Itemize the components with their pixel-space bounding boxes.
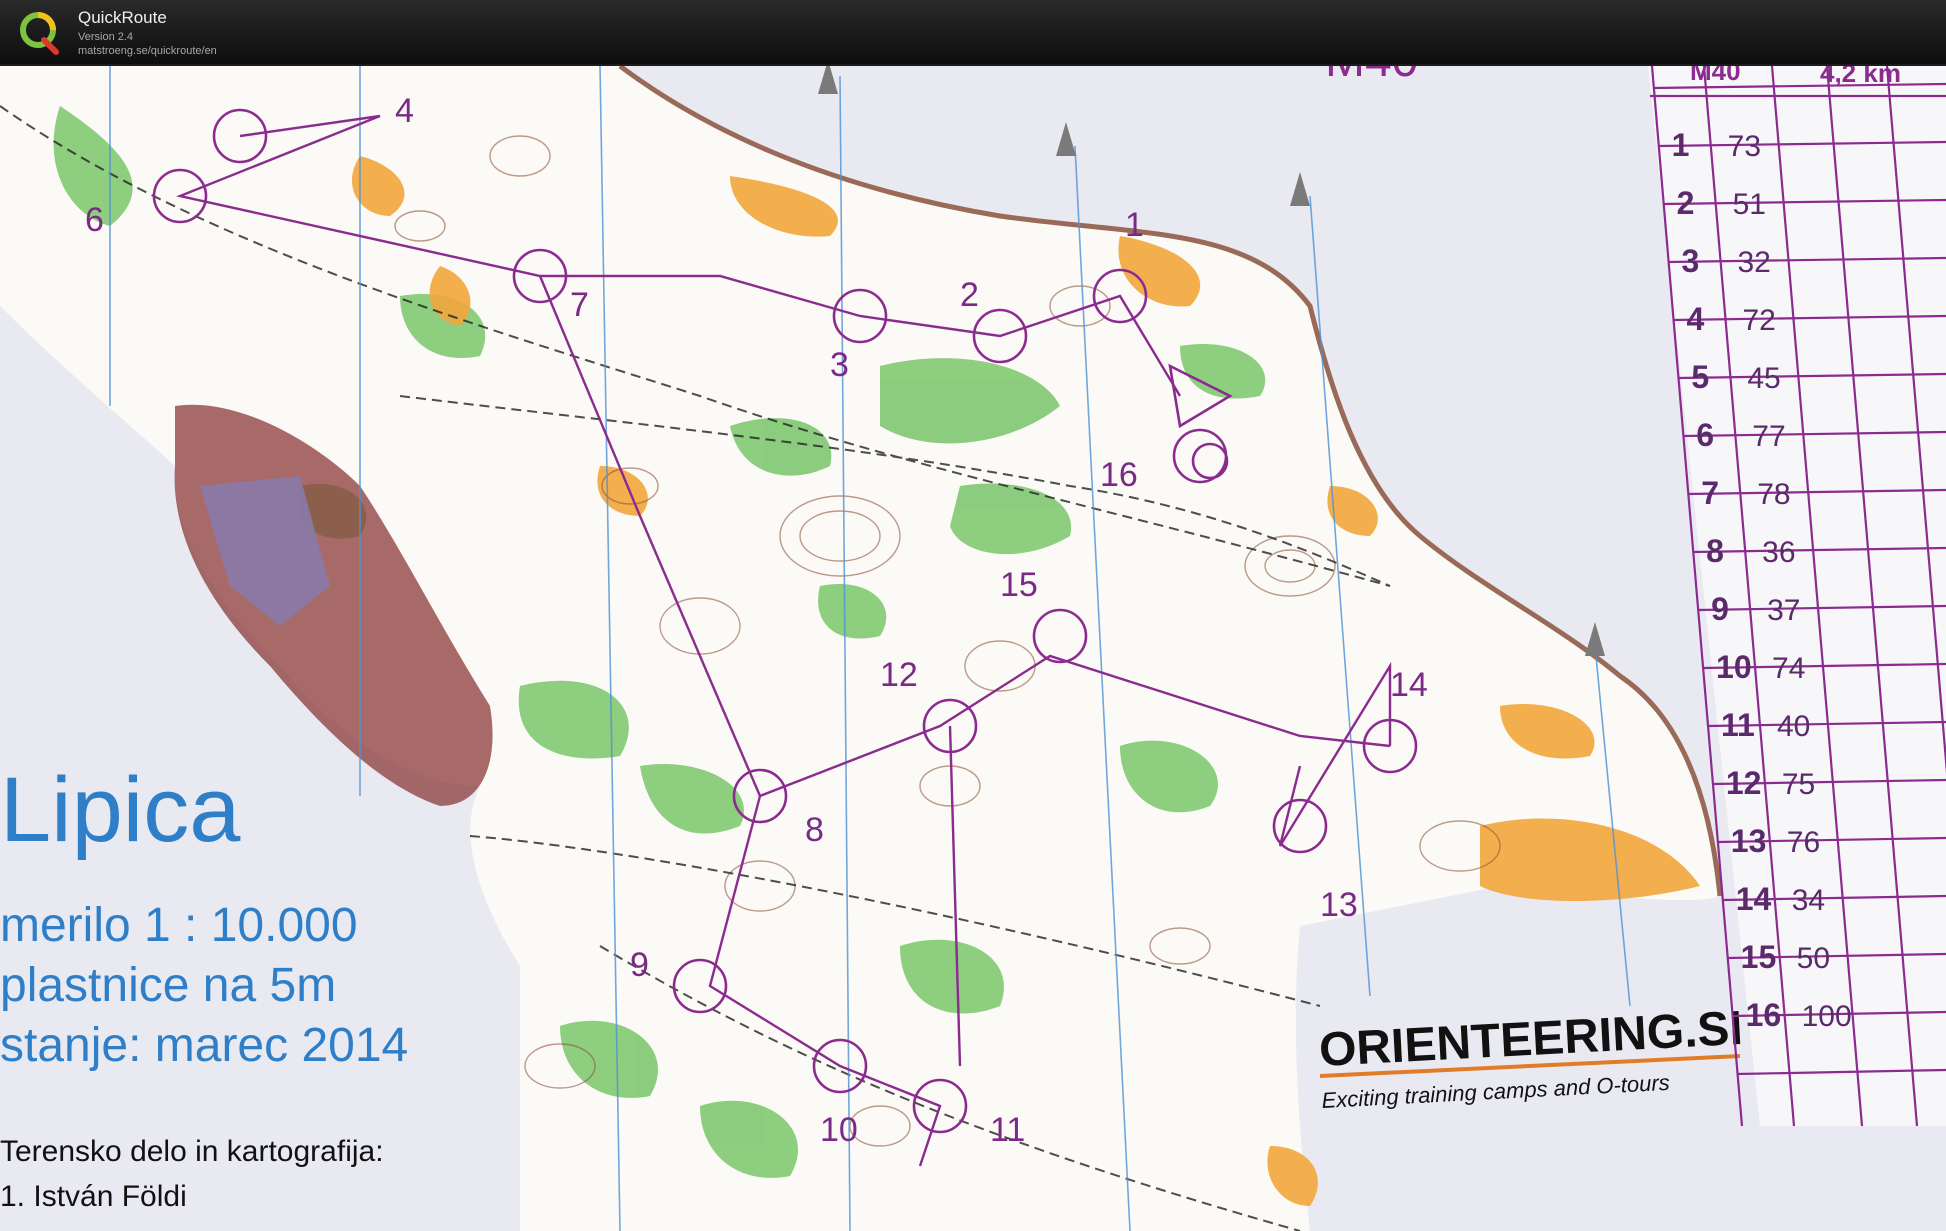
course-label: M40: [1325, 66, 1418, 87]
description-number: 5: [1691, 359, 1709, 395]
description-code: 76: [1787, 826, 1820, 859]
map-contour-interval: plastnice na 5m: [0, 959, 336, 1012]
description-code: 78: [1757, 478, 1790, 511]
control-label-16: 16: [1100, 456, 1138, 494]
description-code: 32: [1738, 246, 1771, 279]
description-code: 72: [1742, 304, 1775, 337]
map-scale: merilo 1 : 10.000: [0, 899, 358, 952]
control-label-7: 7: [570, 286, 589, 324]
description-number: 12: [1726, 765, 1762, 801]
map-credits-line: 1. István Földi: [0, 1180, 187, 1213]
description-number: 1: [1672, 127, 1690, 163]
control-label-8: 8: [805, 811, 824, 849]
quickroute-logo-icon: [20, 12, 59, 55]
description-code: 51: [1733, 188, 1766, 221]
map-credits-heading: Terensko delo in kartografija:: [0, 1135, 384, 1168]
map-name: Lipica: [0, 759, 241, 861]
control-label-1: 1: [1125, 206, 1144, 244]
description-code: 40: [1777, 710, 1810, 743]
description-code: 75: [1782, 768, 1815, 801]
description-code: 100: [1802, 1000, 1852, 1033]
app-title: QuickRoute: [78, 8, 167, 27]
description-number: 8: [1706, 533, 1724, 569]
control-label-11: 11: [990, 1111, 1025, 1149]
description-number: 13: [1731, 823, 1767, 859]
description-number: 10: [1716, 649, 1752, 685]
control-label-15: 15: [1000, 566, 1038, 604]
description-code: 36: [1762, 536, 1795, 569]
description-number: 15: [1741, 939, 1777, 975]
orienteering-map[interactable]: 1 2 3 4 6 7 8 9 10 11 12 13 14 15 16 Lip…: [0, 66, 1946, 1231]
description-code: 74: [1772, 652, 1805, 685]
description-code: 73: [1728, 130, 1761, 163]
description-number: 14: [1736, 881, 1772, 917]
description-number: 11: [1721, 707, 1755, 743]
app-url[interactable]: matstroeng.se/quickroute/en: [78, 45, 217, 57]
control-label-4: 4: [395, 92, 414, 130]
control-label-13: 13: [1320, 886, 1358, 924]
course-label-sheet: M40: [1690, 66, 1741, 86]
control-label-3: 3: [830, 346, 849, 384]
control-label-12: 12: [880, 656, 918, 694]
description-number: 7: [1701, 475, 1719, 511]
app-version: Version 2.4: [78, 31, 134, 43]
description-number: 4: [1686, 301, 1704, 337]
control-label-14: 14: [1390, 666, 1428, 704]
description-number: 6: [1696, 417, 1714, 453]
control-label-9: 9: [630, 946, 649, 984]
description-number: 16: [1746, 997, 1782, 1033]
control-label-2: 2: [960, 276, 979, 314]
title-bar: QuickRoute Version 2.4 matstroeng.se/qui…: [0, 0, 1946, 66]
description-code: 77: [1752, 420, 1785, 453]
course-length: 4,2 km: [1820, 66, 1901, 88]
map-view[interactable]: 1 2 3 4 6 7 8 9 10 11 12 13 14 15 16 Lip…: [0, 66, 1946, 1231]
map-status: stanje: marec 2014: [0, 1019, 408, 1072]
description-number: 2: [1677, 185, 1695, 221]
description-code: 45: [1747, 362, 1780, 395]
description-code: 50: [1797, 942, 1830, 975]
description-number: 3: [1682, 243, 1700, 279]
description-code: 37: [1767, 594, 1800, 627]
control-label-6: 6: [85, 201, 104, 239]
control-label-10: 10: [820, 1111, 858, 1149]
description-number: 9: [1711, 591, 1729, 627]
description-code: 34: [1792, 884, 1825, 917]
